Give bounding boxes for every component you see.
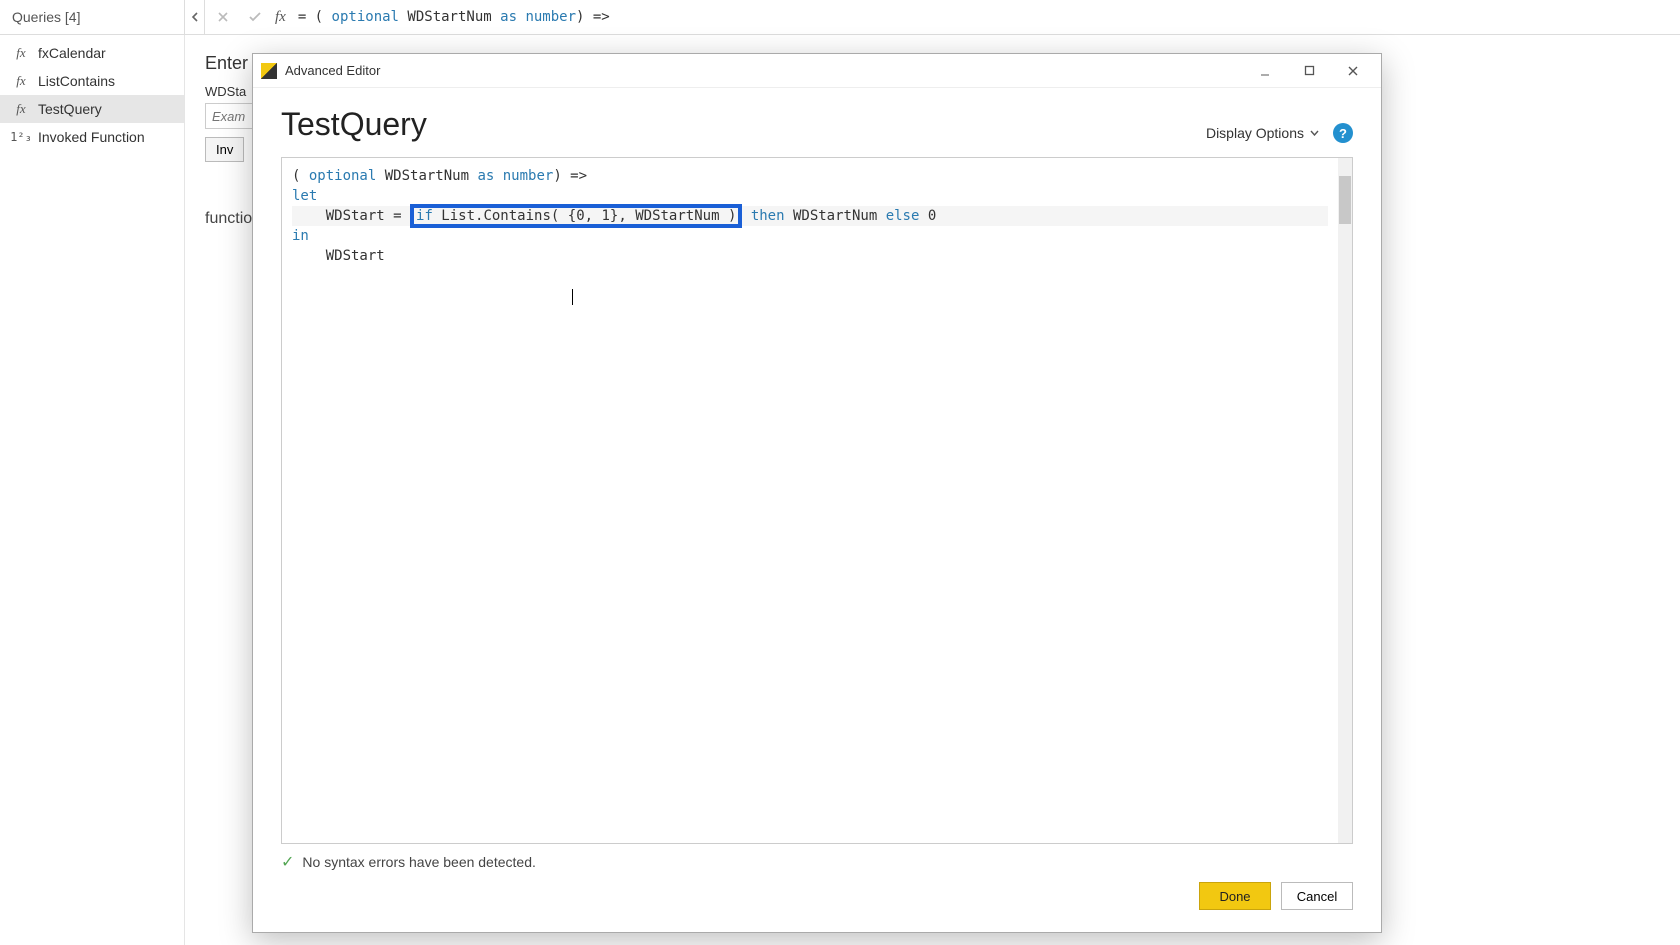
selection-highlight: if List.Contains( {0, 1}, WDStartNum ) [410, 204, 742, 228]
fx-icon: fx [275, 9, 286, 26]
code-line-2: let [292, 188, 317, 204]
query-name-heading: TestQuery [281, 106, 427, 143]
powerbi-logo-icon [261, 63, 277, 79]
code-editor[interactable]: ( optional WDStartNum as number) => let … [282, 158, 1338, 843]
close-button[interactable] [1331, 56, 1375, 86]
function-icon: fx [12, 72, 30, 90]
help-button[interactable]: ? [1333, 123, 1353, 143]
maximize-button[interactable] [1287, 56, 1331, 86]
query-item-invoked-function[interactable]: 1²₃ Invoked Function [0, 123, 184, 151]
query-label: TestQuery [38, 101, 102, 117]
x-icon [217, 11, 229, 23]
query-item-testquery[interactable]: fx TestQuery [0, 95, 184, 123]
query-item-listcontains[interactable]: fx ListContains [0, 67, 184, 95]
number-type-icon: 1²₃ [12, 128, 30, 146]
invoke-button[interactable]: Inv [205, 137, 244, 162]
syntax-status-bar: ✓ No syntax errors have been detected. [253, 844, 1381, 876]
chevron-down-icon [1310, 130, 1319, 136]
check-icon [248, 11, 262, 23]
code-line-4: in [292, 228, 309, 244]
scrollbar-thumb[interactable] [1339, 176, 1351, 224]
query-label: ListContains [38, 73, 115, 89]
cancel-button[interactable]: Cancel [1281, 882, 1353, 910]
chevron-left-icon [190, 12, 200, 22]
function-icon: fx [12, 44, 30, 62]
code-line-5: WDStart [292, 248, 385, 264]
dialog-tools: Display Options ? [1206, 123, 1353, 143]
display-options-label: Display Options [1206, 125, 1304, 141]
code-line-1: ( optional WDStartNum as number) => [292, 168, 587, 184]
code-line-3: WDStart = if List.Contains( {0, 1}, WDSt… [292, 206, 1328, 226]
dialog-titlebar[interactable]: Advanced Editor [253, 54, 1381, 88]
done-button[interactable]: Done [1199, 882, 1271, 910]
minimize-icon [1259, 65, 1271, 77]
collapse-sidebar-button[interactable] [185, 0, 205, 34]
code-editor-frame: ( optional WDStartNum as number) => let … [281, 157, 1353, 844]
advanced-editor-dialog: Advanced Editor TestQuery Display Option… [252, 53, 1382, 933]
formula-input[interactable]: = ( optional WDStartNum as number) => [292, 4, 1680, 30]
vertical-scrollbar[interactable] [1338, 158, 1352, 843]
query-label: Invoked Function [38, 129, 145, 145]
top-bar: Queries [4] fx = ( optional WDStartNum a… [0, 0, 1680, 35]
accept-formula-button[interactable] [241, 3, 269, 31]
dialog-button-row: Done Cancel [253, 876, 1381, 932]
maximize-icon [1304, 65, 1315, 76]
formula-text: = ( optional WDStartNum as number) => [298, 9, 610, 25]
query-label: fxCalendar [38, 45, 106, 61]
minimize-button[interactable] [1243, 56, 1287, 86]
syntax-status-text: No syntax errors have been detected. [302, 854, 535, 870]
function-icon: fx [12, 100, 30, 118]
dialog-title: Advanced Editor [285, 63, 1243, 78]
display-options-dropdown[interactable]: Display Options [1206, 125, 1319, 141]
check-icon: ✓ [281, 852, 294, 872]
formula-bar: fx = ( optional WDStartNum as number) => [205, 0, 1680, 34]
text-cursor [572, 286, 573, 306]
cancel-formula-button[interactable] [209, 3, 237, 31]
query-item-fxcalendar[interactable]: fx fxCalendar [0, 39, 184, 67]
queries-sidebar: fx fxCalendar fx ListContains fx TestQue… [0, 35, 185, 945]
close-icon [1347, 65, 1359, 77]
queries-panel-header: Queries [4] [0, 0, 185, 34]
dialog-header: TestQuery Display Options ? [253, 88, 1381, 157]
